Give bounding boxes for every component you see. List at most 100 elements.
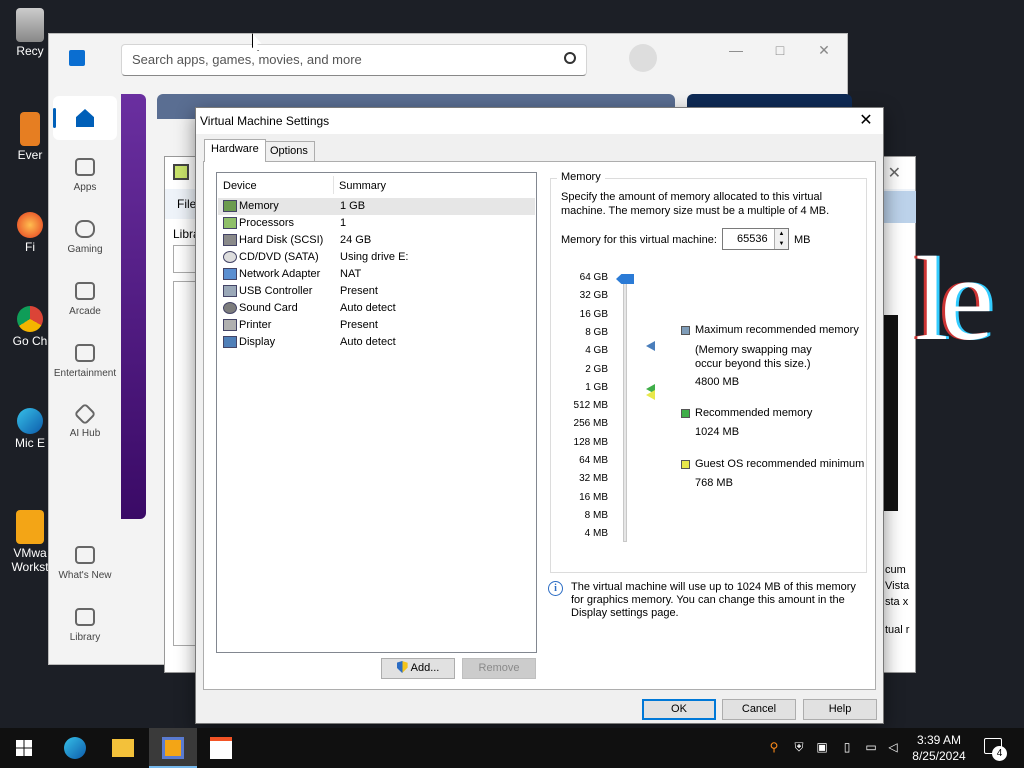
vmware-icon	[162, 737, 184, 759]
memory-scale-label: 32 GB	[579, 290, 608, 302]
vmware-logo-icon	[173, 164, 189, 180]
help-label: Help	[828, 703, 852, 715]
rec-legend-value: 1024 MB	[695, 426, 740, 438]
menu-file[interactable]: File	[177, 197, 196, 211]
device-summary: Auto detect	[340, 336, 396, 348]
column-device[interactable]: Device	[223, 180, 257, 192]
folder-icon	[112, 739, 134, 757]
memory-scale-label: 64 GB	[579, 272, 608, 283]
memory-value[interactable]: 65536	[737, 233, 768, 245]
device-name: Processors	[239, 217, 295, 229]
nav-home[interactable]	[53, 96, 117, 140]
taskbar-clock[interactable]: 3:39 AM 8/25/2024	[904, 732, 974, 764]
device-list-header: Device Summary	[217, 173, 536, 197]
device-row-memory[interactable]: Memory 1 GB	[218, 198, 535, 215]
close-icon[interactable]: ✕	[888, 163, 901, 183]
security-shield-icon[interactable]: ⛨	[792, 740, 806, 754]
background-logo: le	[915, 232, 994, 365]
rec-legend-swatch	[681, 409, 690, 418]
home-icon	[76, 109, 94, 127]
memory-scale-label: 256 MB	[573, 418, 608, 430]
taskbar-file-explorer[interactable]	[99, 728, 147, 768]
nav-whats-new[interactable]: What's New	[49, 546, 121, 581]
firefox-icon	[17, 212, 43, 238]
device-row-usb-controller[interactable]: USB Controller Present	[218, 283, 535, 300]
store-search-input[interactable]: Search apps, games, movies, and more	[121, 44, 587, 76]
tab-hardware[interactable]: Hardware	[204, 139, 266, 162]
usb-icon	[223, 285, 237, 297]
column-separator[interactable]	[333, 176, 334, 194]
desktop-icon-firefox[interactable]: Fi	[6, 212, 54, 254]
account-avatar[interactable]	[629, 44, 657, 72]
taskbar-vmware[interactable]	[149, 728, 197, 768]
device-row-cd-dvd[interactable]: CD/DVD (SATA) Using drive E:	[218, 249, 535, 266]
search-icon[interactable]	[564, 52, 576, 64]
device-name: Network Adapter	[239, 268, 321, 280]
taskbar-edge[interactable]	[51, 728, 99, 768]
minimize-icon[interactable]: —	[721, 42, 751, 62]
network-share-icon[interactable]: ▣	[815, 740, 829, 754]
device-list[interactable]: Device Summary Memory 1 GB Processors 1 …	[216, 172, 537, 653]
memory-field-label: Memory for this virtual machine:	[561, 234, 717, 246]
device-summary: 24 GB	[340, 234, 372, 246]
nav-label: Gaming	[67, 244, 103, 255]
desktop-icon-vmware[interactable]: VMwa Workst	[6, 510, 54, 574]
cancel-button[interactable]: Cancel	[722, 699, 796, 720]
memory-scale-label: 128 MB	[573, 436, 608, 448]
help-button[interactable]: Help	[803, 699, 877, 720]
rec-legend-title: Recommended memory	[695, 407, 813, 419]
device-name: Display	[239, 336, 276, 348]
desktop-icon-label: Mic E	[15, 436, 45, 450]
add-device-button[interactable]: Add...	[381, 658, 455, 679]
remove-device-button[interactable]: Remove	[462, 658, 536, 679]
memory-scale-label: 64 MB	[579, 455, 608, 466]
device-row-display[interactable]: Display Auto detect	[218, 334, 535, 351]
vm-preview[interactable]	[884, 315, 898, 511]
taskbar-store[interactable]	[197, 728, 245, 768]
ok-button[interactable]: OK	[642, 699, 716, 720]
close-icon[interactable]: ✕	[809, 42, 839, 62]
network-icon[interactable]: ▭	[864, 740, 878, 754]
device-name: Printer	[239, 319, 272, 331]
nav-gaming[interactable]: Gaming	[49, 220, 121, 255]
device-summary: Present	[340, 319, 378, 331]
chrome-icon	[17, 306, 43, 332]
spin-down-icon[interactable]: ▼	[774, 239, 788, 249]
nav-library[interactable]: Library	[49, 608, 121, 643]
nav-apps[interactable]: Apps	[49, 158, 121, 193]
close-icon[interactable]: ✕	[855, 111, 877, 131]
clock-date: 8/25/2024	[912, 749, 966, 763]
memory-spinbox[interactable]: 65536 ▲ ▼	[722, 228, 789, 250]
nav-entertainment[interactable]: Entertainment	[49, 344, 121, 379]
nav-arcade[interactable]: Arcade	[49, 282, 121, 317]
volume-muted-icon[interactable]: ◁	[886, 740, 900, 754]
device-row-sound-card[interactable]: Sound Card Auto detect	[218, 300, 535, 317]
gaming-icon	[75, 220, 95, 238]
desktop-icon-chrome[interactable]: Go Ch	[6, 306, 54, 348]
desktop-icon-app[interactable]: Ever	[6, 112, 54, 162]
tab-options[interactable]: Options	[263, 141, 315, 161]
device-name: Memory	[239, 200, 279, 212]
memory-slider-track[interactable]	[623, 274, 627, 542]
nav-ai-hub[interactable]: AI Hub	[49, 402, 121, 439]
battery-icon[interactable]: ▯	[840, 740, 854, 754]
desktop-icon-label: Go Ch	[12, 334, 48, 348]
device-row-network-adapter[interactable]: Network Adapter NAT	[218, 266, 535, 283]
device-row-processors[interactable]: Processors 1	[218, 215, 535, 232]
store-logo-icon	[69, 50, 85, 66]
memory-unit: MB	[794, 234, 811, 246]
start-button[interactable]	[0, 728, 48, 768]
app-icon	[20, 112, 40, 146]
hero-banner[interactable]	[121, 94, 146, 519]
maximize-icon[interactable]: □	[765, 42, 795, 62]
recycle-bin-icon	[16, 8, 44, 42]
device-row-hard-disk[interactable]: Hard Disk (SCSI) 24 GB	[218, 232, 535, 249]
device-row-printer[interactable]: Printer Present	[218, 317, 535, 334]
sound-card-icon	[223, 302, 237, 314]
min-legend-swatch	[681, 460, 690, 469]
spin-up-icon[interactable]: ▲	[774, 229, 788, 239]
search-tray-icon[interactable]: ⚲	[767, 740, 781, 754]
column-summary[interactable]: Summary	[339, 180, 386, 192]
desktop-icon-recycle-bin[interactable]: Recy	[6, 8, 54, 58]
desktop-icon-edge[interactable]: Mic E	[6, 408, 54, 450]
